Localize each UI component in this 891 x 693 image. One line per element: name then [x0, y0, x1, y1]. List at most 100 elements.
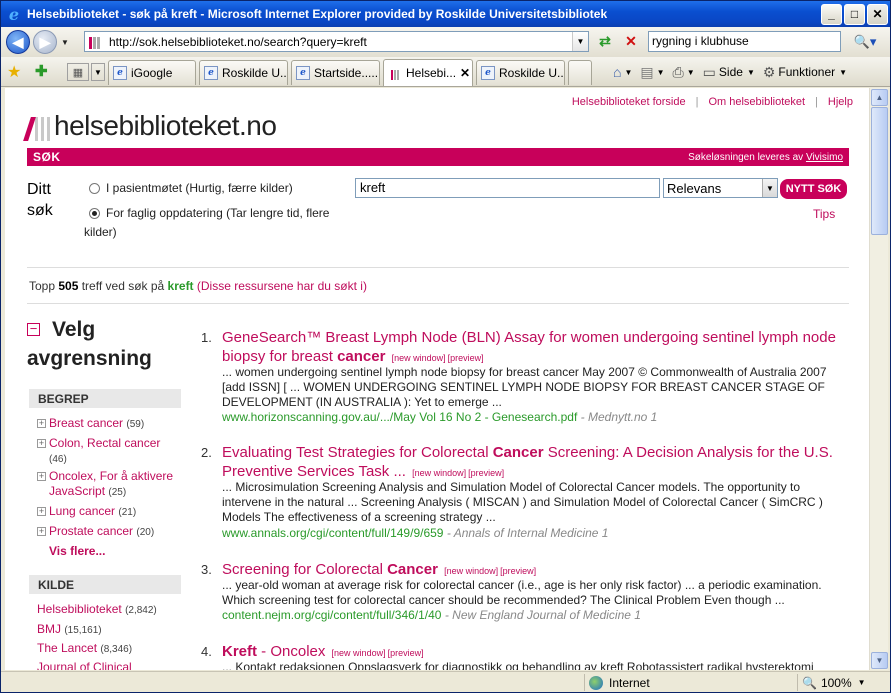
- facet-item[interactable]: + Lung cancer (21): [37, 504, 136, 520]
- logo-text: helsebiblioteket.no: [54, 110, 277, 141]
- radio-pasientmotet[interactable]: I pasientmøtet (Hurtig, færre kilder): [89, 179, 293, 198]
- result-url[interactable]: www.horizonscanning.gov.au/.../May Vol 1…: [222, 410, 657, 424]
- address-text[interactable]: http://sok.helsebiblioteket.no/search?qu…: [109, 35, 367, 49]
- link-om[interactable]: Om helsebiblioteket: [708, 96, 805, 108]
- tab-bar: ★ ✚ ▦ ▼ e iGoogle e Roskilde U... e Star…: [1, 57, 890, 87]
- facet-item[interactable]: + Prostate cancer (20): [37, 524, 154, 540]
- browser-search-input[interactable]: rygning i klubhuse: [648, 31, 841, 52]
- print-icon[interactable]: ⎙: [673, 64, 684, 81]
- result-url[interactable]: www.annals.org/cgi/content/full/149/9/65…: [222, 526, 608, 540]
- close-tab-icon[interactable]: ✕: [460, 66, 470, 80]
- search-band: SØK Søkeløsningen leveres av Vivisimo: [27, 148, 849, 166]
- feeds-icon[interactable]: ▤: [640, 64, 653, 81]
- tools-menu[interactable]: Funktioner: [778, 65, 835, 79]
- result-snippet: ... Microsimulation Screening Analysis a…: [222, 480, 823, 524]
- navigation-bar: ◀ ▶ ▼ http://sok.helsebiblioteket.no/sea…: [1, 27, 890, 57]
- result-item: 3. Screening for Colorectal Cancer [new …: [201, 560, 851, 630]
- tab-roskilde-1[interactable]: e Roskilde U...: [199, 60, 288, 85]
- result-item: 1. GeneSearch™ Breast Lymph Node (BLN) A…: [201, 328, 851, 428]
- link-forside[interactable]: Helsebiblioteket forside: [572, 96, 686, 108]
- result-snippet: ... year-old woman at average risk for c…: [222, 578, 822, 607]
- expand-icon[interactable]: +: [37, 419, 46, 428]
- result-snippet: ... women undergoing sentinel lymph node…: [222, 365, 827, 409]
- source-item[interactable]: BMJ (15,161): [37, 622, 102, 636]
- page-dropdown-icon[interactable]: ▼: [747, 68, 755, 77]
- sources-link[interactable]: (Disse ressursene har du søkt i): [194, 279, 367, 293]
- preview-link[interactable]: [preview]: [500, 566, 536, 576]
- radio-button[interactable]: [89, 183, 100, 194]
- preview-link[interactable]: [preview]: [448, 353, 484, 363]
- page-menu[interactable]: Side: [719, 65, 743, 79]
- search-icon[interactable]: 🔍▾: [846, 31, 884, 52]
- site-logo[interactable]: helsebiblioteket.no: [23, 105, 277, 141]
- query-input[interactable]: kreft: [355, 178, 660, 198]
- tools-dropdown-icon[interactable]: ▼: [839, 68, 847, 77]
- address-bar[interactable]: http://sok.helsebiblioteket.no/search?qu…: [84, 31, 589, 52]
- refresh-icon[interactable]: ⇄: [594, 31, 616, 52]
- forward-button[interactable]: ▶: [33, 30, 57, 54]
- refine-title: − Velg avgrensning: [27, 318, 152, 370]
- source-item[interactable]: Helsebiblioteket (2,842): [37, 602, 157, 616]
- radio-faglig[interactable]: For faglig oppdatering (Tar lengre tid, …: [89, 204, 349, 223]
- top-links: Helsebiblioteket forside | Om helsebibli…: [571, 96, 853, 108]
- facet-item[interactable]: + Colon, Rectal cancer (46): [37, 436, 177, 467]
- chevron-down-icon[interactable]: ▼: [762, 179, 777, 197]
- new-tab-button[interactable]: [568, 60, 592, 85]
- expand-icon[interactable]: +: [37, 527, 46, 536]
- scroll-up-icon[interactable]: ▲: [871, 89, 888, 106]
- facet-item[interactable]: + Breast cancer (59): [37, 416, 144, 432]
- home-icon[interactable]: ⌂: [613, 64, 621, 80]
- minimize-button[interactable]: _: [821, 3, 842, 25]
- history-dropdown-icon[interactable]: ▼: [61, 38, 69, 47]
- maximize-button[interactable]: □: [844, 3, 865, 25]
- tab-helsebiblioteket[interactable]: Helsebi... ✕: [383, 59, 473, 86]
- scroll-down-icon[interactable]: ▼: [871, 652, 888, 669]
- link-hjelp[interactable]: Hjelp: [828, 96, 853, 108]
- expand-icon[interactable]: +: [37, 472, 46, 481]
- result-url[interactable]: content.nejm.org/cgi/content/full/346/1/…: [222, 608, 641, 622]
- facet-item[interactable]: + Oncolex, For å aktivere JavaScript (25…: [37, 469, 187, 500]
- status-bar: Internet 🔍 100% ▼: [1, 671, 890, 692]
- radio-button-selected[interactable]: [89, 208, 100, 219]
- show-more-link[interactable]: Vis flere...: [49, 544, 105, 558]
- scroll-thumb[interactable]: [871, 107, 888, 235]
- new-window-link[interactable]: [new window]: [412, 468, 466, 478]
- gear-icon: ⚙: [762, 63, 776, 80]
- stop-icon[interactable]: ✕: [620, 31, 642, 52]
- expand-icon[interactable]: +: [37, 439, 46, 448]
- tab-list-dropdown-icon[interactable]: ▼: [91, 63, 105, 81]
- quick-tabs-icon[interactable]: ▦: [67, 63, 89, 81]
- back-button[interactable]: ◀: [6, 30, 30, 54]
- feeds-dropdown-icon[interactable]: ▼: [657, 68, 665, 77]
- result-title[interactable]: GeneSearch™ Breast Lymph Node (BLN) Assa…: [222, 328, 842, 368]
- source-item[interactable]: Journal of Clinical: [37, 660, 132, 670]
- new-window-link[interactable]: [new window]: [444, 566, 498, 576]
- collapse-icon[interactable]: −: [27, 322, 40, 336]
- ie-logo-icon: e: [8, 4, 20, 24]
- query-term: kreft: [167, 279, 194, 293]
- address-dropdown-icon[interactable]: ▼: [572, 32, 588, 51]
- source-item[interactable]: The Lancet (8,346): [37, 641, 132, 655]
- sort-select[interactable]: Relevans ▼: [663, 178, 778, 198]
- tab-roskilde-2[interactable]: e Roskilde U...: [476, 60, 565, 85]
- preview-link[interactable]: [preview]: [468, 468, 504, 478]
- zoom-control[interactable]: 🔍 100% ▼: [797, 674, 887, 691]
- divider: [27, 267, 849, 268]
- tips-link[interactable]: Tips: [813, 207, 835, 221]
- new-window-link[interactable]: [new window]: [392, 353, 446, 363]
- vivisimo-link[interactable]: Vivisimo: [806, 152, 843, 163]
- new-search-button[interactable]: NYTT SØK: [780, 179, 847, 199]
- home-dropdown-icon[interactable]: ▼: [624, 68, 632, 77]
- vertical-scrollbar[interactable]: ▲ ▼: [869, 88, 888, 670]
- tab-igoogle[interactable]: e iGoogle: [108, 60, 196, 85]
- zoom-dropdown-icon[interactable]: ▼: [858, 678, 866, 687]
- preview-link[interactable]: [preview]: [388, 648, 424, 658]
- new-window-link[interactable]: [new window]: [332, 648, 386, 658]
- print-dropdown-icon[interactable]: ▼: [687, 68, 695, 77]
- expand-icon[interactable]: +: [37, 507, 46, 516]
- close-button[interactable]: ✕: [867, 3, 888, 25]
- favorites-star-icon[interactable]: ★: [7, 62, 21, 82]
- tab-startside[interactable]: e Startside.....: [291, 60, 380, 85]
- add-favorites-icon[interactable]: ✚: [35, 62, 48, 80]
- result-title[interactable]: Evaluating Test Strategies for Colorecta…: [222, 443, 842, 483]
